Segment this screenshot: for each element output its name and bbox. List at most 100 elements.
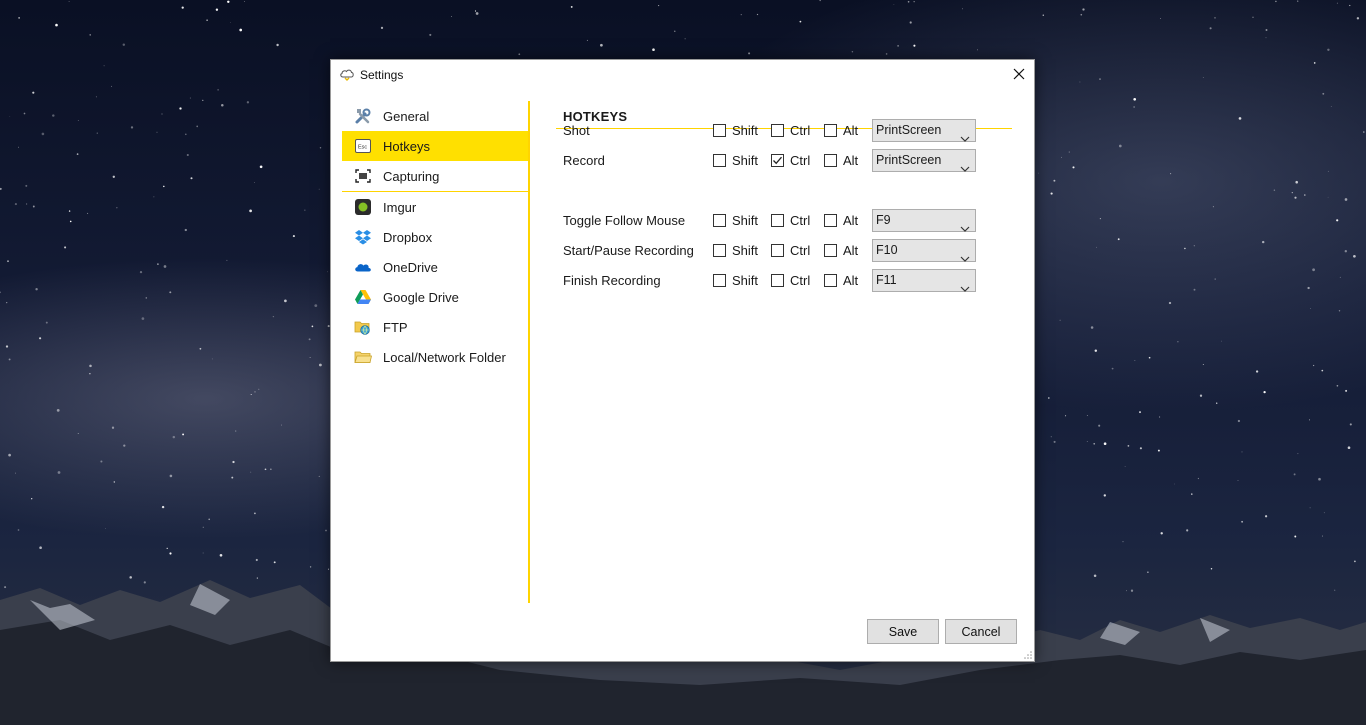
alt-checkbox[interactable]: Alt: [824, 243, 858, 258]
hotkey-row-start-pause-recording: Start/Pause Recording Shift Ctrl Alt F10: [556, 235, 1012, 265]
ctrl-checkbox[interactable]: Ctrl: [771, 273, 810, 288]
shift-checkbox[interactable]: Shift: [713, 243, 758, 258]
sidebar-vertical-divider: [528, 101, 530, 603]
alt-checkbox[interactable]: Alt: [824, 213, 858, 228]
ctrl-label: Ctrl: [790, 123, 811, 138]
key-select-value: PrintScreen: [876, 123, 942, 137]
alt-checkbox[interactable]: Alt: [824, 273, 858, 288]
sidebar-item-label: Local/Network Folder: [383, 349, 506, 365]
checkbox-box[interactable]: [713, 154, 726, 167]
shift-checkbox[interactable]: Shift: [713, 273, 758, 288]
ctrl-label: Ctrl: [790, 243, 811, 258]
sidebar-item-google-drive[interactable]: Google Drive: [342, 282, 530, 312]
hotkey-label: Shot: [563, 123, 590, 138]
alt-checkbox[interactable]: Alt: [824, 153, 858, 168]
ctrl-checkbox[interactable]: Ctrl: [771, 153, 810, 168]
sidebar-item-imgur[interactable]: Imgur: [342, 192, 530, 222]
shift-checkbox[interactable]: Shift: [713, 213, 758, 228]
title-bar[interactable]: Settings: [331, 60, 1034, 90]
ctrl-checkbox[interactable]: Ctrl: [771, 213, 810, 228]
hotkey-label: Start/Pause Recording: [563, 243, 694, 258]
tools-icon: [354, 107, 372, 125]
ctrl-checkbox[interactable]: Ctrl: [771, 123, 810, 138]
checkbox-box[interactable]: [713, 124, 726, 137]
sidebar-item-label: Hotkeys: [383, 138, 430, 154]
alt-label: Alt: [843, 153, 859, 168]
onedrive-cloud-icon: [354, 258, 372, 276]
key-select[interactable]: F9: [872, 209, 976, 232]
hotkey-row-toggle-follow-mouse: Toggle Follow Mouse Shift Ctrl Alt F9: [556, 205, 1012, 235]
alt-label: Alt: [843, 243, 859, 258]
folder-icon: [354, 348, 372, 366]
key-select-value: F9: [876, 213, 891, 227]
sidebar-item-capturing[interactable]: Capturing: [342, 161, 530, 191]
sidebar-item-label: Capturing: [383, 168, 440, 184]
cancel-button[interactable]: Cancel: [945, 619, 1017, 644]
key-select[interactable]: F11: [872, 269, 976, 292]
checkbox-box[interactable]: [824, 124, 837, 137]
ctrl-checkbox[interactable]: Ctrl: [771, 243, 810, 258]
dropbox-icon: [354, 228, 372, 246]
checkbox-box[interactable]: [713, 244, 726, 257]
resize-grip-icon[interactable]: [1024, 651, 1032, 659]
checkmark-icon: [773, 156, 782, 165]
key-select-value: F11: [876, 273, 897, 287]
sidebar-item-hotkeys[interactable]: Esc Hotkeys: [342, 131, 530, 161]
hotkey-label: Record: [563, 153, 605, 168]
shift-checkbox[interactable]: Shift: [713, 153, 758, 168]
ctrl-label: Ctrl: [790, 213, 811, 228]
checkbox-box[interactable]: [771, 154, 784, 167]
shift-label: Shift: [732, 273, 759, 288]
checkbox-box[interactable]: [713, 214, 726, 227]
save-button[interactable]: Save: [867, 619, 939, 644]
sidebar-item-onedrive[interactable]: OneDrive: [342, 252, 530, 282]
esc-key-icon: Esc: [354, 137, 372, 155]
window-title: Settings: [360, 68, 404, 82]
google-drive-icon: [354, 288, 372, 306]
settings-sidebar: General Esc Hotkeys Capturing Imgur Drop…: [342, 101, 530, 372]
alt-label: Alt: [843, 123, 859, 138]
capture-frame-icon: [354, 167, 372, 185]
close-icon: [1013, 68, 1025, 80]
checkbox-box[interactable]: [771, 124, 784, 137]
checkbox-box[interactable]: [824, 214, 837, 227]
shift-checkbox[interactable]: Shift: [713, 123, 758, 138]
imgur-icon: [354, 198, 372, 216]
alt-checkbox[interactable]: Alt: [824, 123, 858, 138]
key-select[interactable]: F10: [872, 239, 976, 262]
sidebar-item-dropbox[interactable]: Dropbox: [342, 222, 530, 252]
checkbox-box[interactable]: [824, 244, 837, 257]
hotkey-label: Finish Recording: [563, 273, 661, 288]
app-cloud-icon: [340, 69, 354, 81]
ctrl-label: Ctrl: [790, 273, 811, 288]
hotkey-row-record: Record Shift Ctrl Alt PrintScreen: [556, 145, 1012, 175]
checkbox-box[interactable]: [824, 274, 837, 287]
checkbox-box[interactable]: [771, 244, 784, 257]
sidebar-item-label: OneDrive: [383, 259, 438, 275]
close-button[interactable]: [1004, 60, 1034, 88]
chevron-down-icon: [960, 278, 970, 299]
checkbox-box[interactable]: [824, 154, 837, 167]
checkbox-box[interactable]: [771, 274, 784, 287]
key-select-value: PrintScreen: [876, 153, 942, 167]
shift-label: Shift: [732, 123, 759, 138]
sidebar-item-label: Imgur: [383, 199, 417, 215]
chevron-down-icon: [960, 158, 970, 179]
sidebar-item-general[interactable]: General: [342, 101, 530, 131]
sidebar-item-label: Google Drive: [383, 289, 459, 305]
sidebar-item-ftp[interactable]: FTP: [342, 312, 530, 342]
ctrl-label: Ctrl: [790, 153, 811, 168]
checkbox-box[interactable]: [713, 274, 726, 287]
checkbox-box[interactable]: [771, 214, 784, 227]
sidebar-item-local-network-folder[interactable]: Local/Network Folder: [342, 342, 530, 372]
key-select[interactable]: PrintScreen: [872, 119, 976, 142]
hotkey-row-finish-recording: Finish Recording Shift Ctrl Alt F11: [556, 265, 1012, 295]
alt-label: Alt: [843, 273, 859, 288]
key-select[interactable]: PrintScreen: [872, 149, 976, 172]
sidebar-item-label: Dropbox: [383, 229, 433, 245]
shift-label: Shift: [732, 153, 759, 168]
shift-label: Shift: [732, 243, 759, 258]
sidebar-item-label: General: [383, 108, 430, 124]
hotkey-row-shot: Shot Shift Ctrl Alt PrintScreen: [556, 115, 1012, 145]
settings-window: Settings General Esc Hotkeys Capturing I…: [330, 59, 1035, 662]
